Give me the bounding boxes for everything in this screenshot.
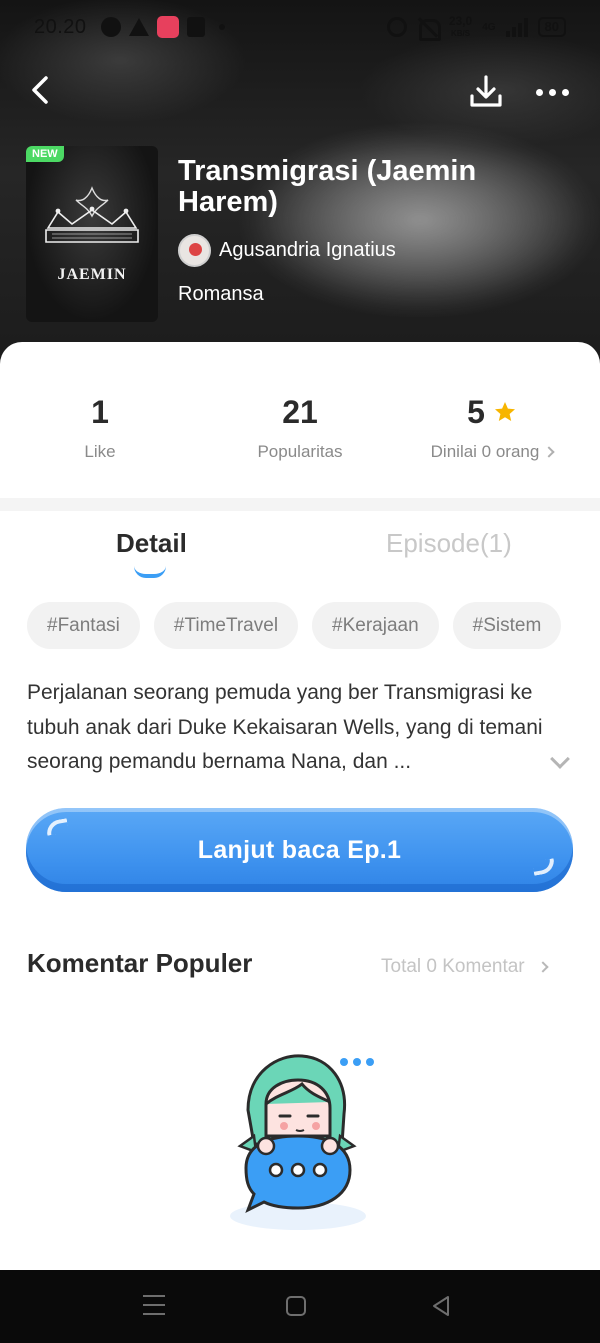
crown-illustration xyxy=(45,186,139,243)
popularity-count: 21 xyxy=(282,394,318,430)
shopping-bag-icon xyxy=(186,17,205,37)
tab-episode[interactable]: Episode(1) xyxy=(386,528,512,559)
download-button[interactable] xyxy=(466,72,506,112)
author-name[interactable]: Agusandria Ignatius xyxy=(219,239,396,262)
tag-chip[interactable]: #Fantasi xyxy=(27,602,140,649)
book-title: Transmigrasi (Jaemin Harem) xyxy=(178,155,477,218)
chevron-right-icon xyxy=(536,961,549,973)
popularity-label: Popularitas xyxy=(257,442,343,461)
like-stat: 1 Like xyxy=(0,392,200,462)
menu-icon[interactable] xyxy=(143,1295,165,1315)
notification-icons xyxy=(100,16,225,38)
like-count: 1 xyxy=(91,394,109,430)
network-speed-value: 23,0 xyxy=(448,13,473,28)
synopsis-text[interactable]: Perjalanan seorang pemuda yang ber Trans… xyxy=(27,676,557,780)
home-icon[interactable] xyxy=(286,1296,306,1316)
tab-bar: Detail Episode(1) xyxy=(0,528,600,580)
mute-icon xyxy=(417,17,441,41)
system-icons: 23,0 KB/S 4G 80 xyxy=(386,13,566,41)
app-notification-icon xyxy=(156,16,179,38)
system-navigation-bar xyxy=(0,1270,600,1343)
rating-label-row[interactable]: Dinilai 0 orang xyxy=(392,442,592,462)
rating-value: 5 xyxy=(467,394,485,430)
warning-icon xyxy=(128,18,149,36)
more-icon xyxy=(535,88,543,96)
button-gloss-left xyxy=(44,818,70,836)
popularity-stat: 21 Popularitas xyxy=(200,392,400,462)
tag-chip[interactable]: #TimeTravel xyxy=(153,602,299,649)
star-icon xyxy=(494,402,515,421)
genre-label[interactable]: Romansa xyxy=(178,283,264,306)
download-icon xyxy=(470,75,502,107)
cover-title: JAEMIN xyxy=(57,266,127,283)
detail-sheet: 1 Like 21 Popularitas 5 Dinilai 0 orang … xyxy=(0,342,600,1270)
rating-value-row: 5 xyxy=(392,392,592,432)
tag-chip[interactable]: #Sistem xyxy=(452,602,562,649)
rating-stat[interactable]: 5 Dinilai 0 orang xyxy=(392,392,592,462)
comments-total-link[interactable]: Total 0 Komentar xyxy=(381,956,549,978)
network-speed-unit: KB/S xyxy=(450,28,471,38)
network-type: 4G xyxy=(482,21,496,33)
continue-reading-label: Lanjut baca Ep.1 xyxy=(197,835,402,864)
section-divider xyxy=(0,498,600,511)
more-notifications-dot-icon xyxy=(218,24,225,30)
book-cover[interactable]: NEW JAEMIN xyxy=(26,146,158,322)
comments-title: Komentar Populer xyxy=(27,948,253,978)
continue-reading-button[interactable]: Lanjut baca Ep.1 xyxy=(26,808,573,892)
author-row[interactable]: Agusandria Ignatius xyxy=(178,234,396,267)
comments-total: Total 0 Komentar xyxy=(381,956,525,977)
like-label: Like xyxy=(84,442,116,461)
tab-active-indicator xyxy=(134,566,166,578)
stats-row: 1 Like 21 Popularitas 5 Dinilai 0 orang xyxy=(0,392,600,482)
status-time: 20.20 xyxy=(34,15,87,38)
empty-comments-mascot xyxy=(230,1054,374,1230)
back-triangle-icon[interactable] xyxy=(430,1294,452,1318)
new-badge: NEW xyxy=(26,146,64,162)
alarm-icon xyxy=(386,17,407,37)
more-button[interactable] xyxy=(532,72,572,112)
book-header: 20.20 23,0 KB/S 4G 80 NEW JAEMIN Transmi… xyxy=(0,0,600,380)
tag-list: #Fantasi #TimeTravel #Kerajaan #Sistem xyxy=(27,602,562,649)
network-speed: 23,0 KB/S xyxy=(448,13,473,39)
chevron-right-icon xyxy=(543,446,556,458)
tab-detail[interactable]: Detail xyxy=(116,528,187,559)
back-arrow-icon xyxy=(32,76,48,104)
back-button[interactable] xyxy=(22,70,58,110)
button-gloss-right xyxy=(531,858,557,876)
rating-label: Dinilai 0 orang xyxy=(430,442,540,461)
battery-icon: 80 xyxy=(537,17,566,37)
messenger-icon xyxy=(100,17,121,37)
tag-chip[interactable]: #Kerajaan xyxy=(312,602,439,649)
signal-icon xyxy=(505,17,528,37)
status-bar: 20.20 23,0 KB/S 4G 80 xyxy=(0,0,600,54)
author-avatar[interactable] xyxy=(178,234,211,267)
